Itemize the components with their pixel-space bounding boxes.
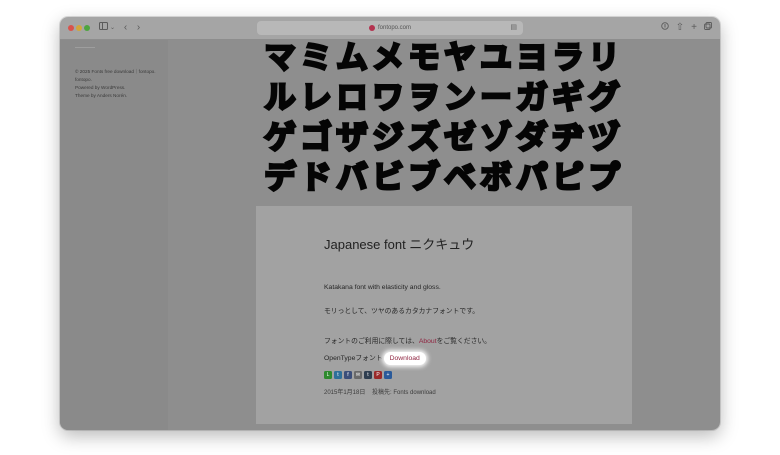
font-sample-glyph: ー — [479, 79, 513, 118]
site-sidebar: © 2025 Fonts free download｜fontopo. font… — [60, 40, 168, 430]
font-sample-glyph: ロ — [335, 79, 369, 118]
font-sample-glyph: バ — [335, 159, 369, 198]
font-sample-glyph: ヂ — [551, 119, 585, 158]
font-sample-glyph: ゲ — [263, 119, 297, 158]
font-sample-glyph: ズ — [407, 119, 441, 158]
font-sample-glyph: ブ — [407, 159, 441, 198]
close-window-button[interactable] — [68, 25, 74, 31]
font-sample-glyph: ピ — [551, 159, 585, 198]
font-sample-banner: マミムメモヤユヨラリルレロワヲンーガギグゲゴザジズゼゾダヂヅデドバビブベボパピプ — [256, 39, 632, 205]
font-sample-glyph: レ — [299, 79, 333, 118]
font-sample-glyph: パ — [515, 159, 549, 198]
font-sample-glyph: ラ — [551, 39, 585, 78]
post-date: 2015年1月18日 — [324, 390, 366, 396]
address-bar[interactable]: fontopo.com ▤ — [257, 21, 523, 35]
more-share-icon[interactable]: + — [384, 371, 392, 379]
chevron-down-icon[interactable]: ⌄ — [109, 21, 116, 35]
footer-powered-by: Powered by WordPress. — [75, 85, 126, 90]
font-sample-glyph: ゼ — [443, 119, 477, 158]
font-sample-glyph: モ — [407, 39, 441, 78]
post-title: Japanese font ニクキュウ — [324, 237, 475, 252]
post-category[interactable]: 投稿先: Fonts download — [372, 390, 436, 396]
plus-icon[interactable]: + — [689, 21, 699, 35]
font-sample-glyph: グ — [587, 79, 621, 118]
font-sample-glyph: プ — [587, 159, 621, 198]
font-sample-glyph: メ — [371, 39, 405, 78]
browser-toolbar: ⌄ ‹ › fontopo.com ▤ ⇧ + — [60, 17, 720, 40]
download-link[interactable]: Download — [383, 352, 426, 365]
font-sample-glyph: ヲ — [407, 79, 441, 118]
opentype-download-line: OpenTypeフォント Download — [324, 352, 426, 365]
font-sample-glyph: リ — [587, 39, 621, 78]
font-sample-glyph: ゾ — [479, 119, 513, 158]
font-sample-glyph: ワ — [371, 79, 405, 118]
footer-copyright: © 2025 Fonts free download｜fontopo. — [75, 69, 156, 74]
font-sample-glyph: ジ — [371, 119, 405, 158]
usage-notice-prefix: フォントのご利用に際しては、 — [324, 338, 419, 345]
font-sample-glyph: ギ — [551, 79, 585, 118]
share-icon[interactable]: ⇧ — [675, 21, 685, 35]
usage-notice-suffix: をご覧ください。 — [436, 338, 491, 345]
zoom-window-button[interactable] — [84, 25, 90, 31]
forward-arrow-icon[interactable]: › — [134, 21, 143, 35]
back-arrow-icon[interactable]: ‹ — [121, 21, 130, 35]
download-icon[interactable] — [660, 21, 670, 35]
twitter-share-icon[interactable]: t — [334, 371, 342, 379]
font-sample-glyph: ビ — [371, 159, 405, 198]
font-sample-glyph: デ — [263, 159, 297, 198]
opentype-label: OpenTypeフォント — [324, 355, 383, 362]
reader-icon[interactable]: ▤ — [510, 21, 517, 35]
pinterest-share-icon[interactable]: P — [374, 371, 382, 379]
font-sample-glyph: ボ — [479, 159, 513, 198]
font-sample-glyph: ダ — [515, 119, 549, 158]
font-sample-glyph: ル — [263, 79, 297, 118]
address-bar-url: fontopo.com — [378, 25, 412, 31]
font-sample-glyph: ド — [299, 159, 333, 198]
site-favicon-icon — [369, 25, 375, 31]
post-description-jp: モリっとして、ツヤのあるカタカナフォントです。 — [324, 308, 480, 315]
sidebar-divider — [75, 47, 95, 48]
line-share-icon[interactable]: L — [324, 371, 332, 379]
tumblr-share-icon[interactable]: t — [364, 371, 372, 379]
sidebar-icon[interactable] — [98, 21, 108, 35]
font-sample-glyph: ベ — [443, 159, 477, 198]
post-meta: 2015年1月18日 投稿先: Fonts download — [324, 387, 436, 396]
font-sample-glyph: ム — [335, 39, 369, 78]
font-sample-glyph: ン — [443, 79, 477, 118]
facebook-share-icon[interactable]: f — [344, 371, 352, 379]
font-sample-glyph: ヨ — [515, 39, 549, 78]
font-sample-glyph: ザ — [335, 119, 369, 158]
font-sample-glyph: ヅ — [587, 119, 621, 158]
email-share-icon[interactable]: ✉ — [354, 371, 362, 379]
about-link[interactable]: About — [419, 338, 437, 345]
minimize-window-button[interactable] — [76, 25, 82, 31]
font-sample-glyph: ユ — [479, 39, 513, 78]
font-sample-glyph: ガ — [515, 79, 549, 118]
footer-theme-credit: Theme by Anders Norén. — [75, 93, 128, 98]
font-sample-glyph: マ — [263, 39, 297, 78]
tabs-icon[interactable] — [703, 21, 713, 35]
font-sample-glyph: ゴ — [299, 119, 333, 158]
font-sample-glyph: ヤ — [443, 39, 477, 78]
footer-sitename: fontopo. — [75, 77, 92, 82]
post-card: Japanese font ニクキュウ Katakana font with e… — [256, 206, 632, 424]
browser-window: ⌄ ‹ › fontopo.com ▤ ⇧ + © 2025 Fonts fre… — [60, 17, 720, 430]
font-sample-glyph: ミ — [299, 39, 333, 78]
post-description-en: Katakana font with elasticity and gloss. — [324, 284, 441, 291]
usage-notice: フォントのご利用に際しては、Aboutをご覧ください。 — [324, 335, 491, 345]
page-content: © 2025 Fonts free download｜fontopo. font… — [60, 39, 720, 430]
